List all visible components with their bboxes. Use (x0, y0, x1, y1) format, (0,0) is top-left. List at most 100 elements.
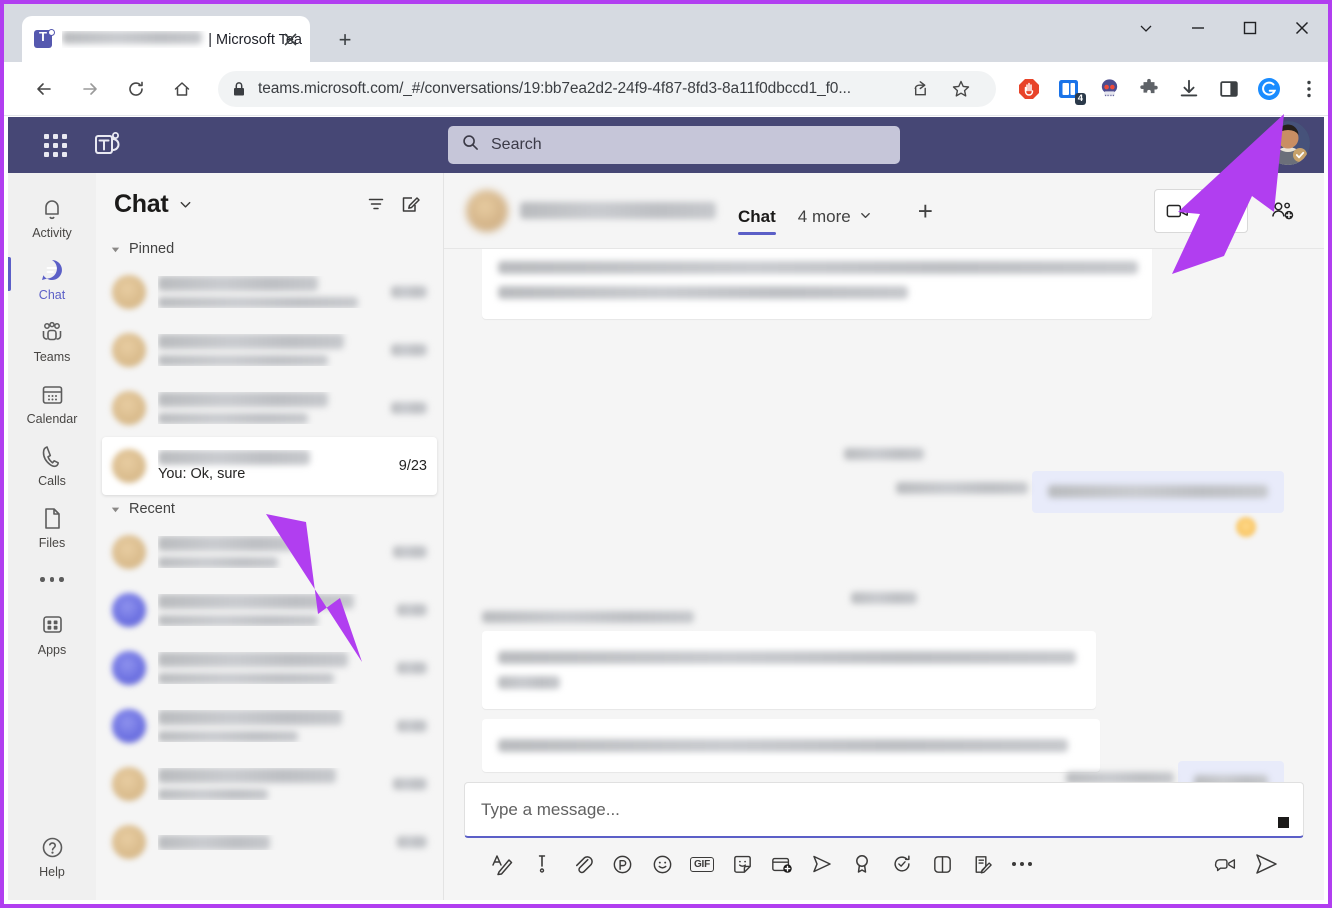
list-item[interactable] (102, 813, 437, 871)
section-header-recent[interactable]: Recent (96, 495, 443, 523)
send-icon[interactable] (1246, 844, 1286, 884)
close-window-button[interactable] (1276, 6, 1328, 50)
message-bubble-incoming[interactable] (482, 719, 1100, 772)
browser-tab[interactable]: | Microsoft Tea (22, 16, 310, 62)
sidebar-item-help[interactable]: Help (8, 824, 96, 886)
list-item-content (158, 652, 397, 684)
message-bubble-incoming[interactable] (482, 249, 1152, 319)
address-bar[interactable]: teams.microsoft.com/_#/conversations/19:… (218, 70, 996, 108)
sidebar-item-teams[interactable]: Teams (8, 309, 96, 371)
sidebar-item-apps[interactable]: Apps (8, 602, 96, 664)
back-arrow-icon[interactable] (24, 69, 64, 109)
reaction-badge[interactable] (1236, 517, 1256, 537)
call-button-group (1154, 189, 1248, 233)
gif-icon[interactable]: GIF (682, 844, 722, 884)
message-bubble-outgoing[interactable] (1178, 761, 1284, 782)
compare-icon[interactable] (922, 844, 962, 884)
send-later-icon[interactable] (802, 844, 842, 884)
message-incoming-group[interactable] (482, 611, 1100, 772)
list-item[interactable] (102, 755, 437, 813)
sidebar-item-chat[interactable]: Chat (8, 247, 96, 309)
format-text-icon[interactable] (482, 844, 522, 884)
message-outgoing-1[interactable] (895, 471, 1284, 537)
sidebar-item-calendar[interactable]: Calendar (8, 371, 96, 433)
new-chat-icon[interactable] (393, 187, 427, 221)
list-item[interactable] (102, 263, 437, 321)
list-item[interactable] (102, 321, 437, 379)
tab-chat[interactable]: Chat (738, 207, 776, 249)
search-input[interactable]: Search (448, 126, 900, 164)
new-tab-button[interactable]: + (330, 26, 360, 54)
more-icon[interactable] (40, 557, 64, 602)
conversation-title (520, 202, 716, 219)
sticker-icon[interactable] (722, 844, 762, 884)
filter-icon[interactable] (359, 187, 393, 221)
url-text: teams.microsoft.com/_#/conversations/19:… (258, 79, 851, 97)
forward-arrow-icon[interactable] (70, 69, 110, 109)
schedule-meeting-icon[interactable] (762, 844, 802, 884)
phone-call-icon[interactable] (1201, 190, 1247, 232)
add-tab-button[interactable]: + (918, 196, 933, 249)
chevron-down-icon[interactable] (178, 197, 193, 212)
compose-toolbar: GIF (464, 838, 1304, 890)
avatar (112, 825, 146, 859)
screenshot-root: | Microsoft Tea + (0, 0, 1332, 908)
people-icon (38, 318, 66, 346)
home-icon[interactable] (162, 69, 202, 109)
teams-logo-icon[interactable] (92, 131, 126, 159)
list-item-content (158, 276, 391, 308)
loop-component-icon[interactable] (602, 844, 642, 884)
approvals-icon[interactable] (882, 844, 922, 884)
skull-emoji-icon[interactable] (1090, 70, 1128, 108)
share-icon[interactable] (900, 70, 938, 108)
forms-icon[interactable] (962, 844, 1002, 884)
list-item[interactable] (102, 523, 437, 581)
minimize-button[interactable] (1172, 6, 1224, 50)
list-item[interactable] (102, 697, 437, 755)
section-header-pinned[interactable]: Pinned (96, 235, 443, 263)
video-call-icon[interactable] (1155, 190, 1201, 232)
puzzle-piece-icon[interactable] (1130, 70, 1168, 108)
message-bubble-outgoing[interactable] (1032, 471, 1284, 513)
side-panel-icon[interactable] (1210, 70, 1248, 108)
list-item[interactable] (102, 581, 437, 639)
avatar (112, 333, 146, 367)
list-item[interactable] (102, 639, 437, 697)
reload-icon[interactable] (116, 69, 156, 109)
message-list[interactable] (444, 249, 1324, 782)
attach-file-icon[interactable] (562, 844, 602, 884)
conversation-actions (1154, 189, 1304, 233)
message-input[interactable]: Type a message... (464, 782, 1304, 838)
sidebar-item-files[interactable]: Files (8, 495, 96, 557)
sidebar-item-activity[interactable]: Activity (8, 185, 96, 247)
list-item[interactable] (102, 379, 437, 437)
adblock-icon[interactable] (1010, 70, 1048, 108)
download-icon[interactable] (1170, 70, 1208, 108)
praise-icon[interactable] (842, 844, 882, 884)
add-people-icon[interactable] (1262, 190, 1304, 232)
star-icon[interactable] (942, 70, 980, 108)
more-options-icon[interactable] (1002, 844, 1042, 884)
message-outgoing-2[interactable] (1065, 761, 1284, 782)
compose-area: Type a message... GIF (444, 782, 1324, 900)
importance-icon[interactable] (522, 844, 562, 884)
avatar[interactable] (1266, 121, 1310, 165)
app-grid-icon[interactable] (32, 133, 78, 157)
message-meta (1065, 771, 1174, 782)
chrome-menu-icon[interactable] (1290, 70, 1328, 108)
tab-search-button[interactable] (1120, 6, 1172, 50)
message-meta (895, 481, 1028, 494)
tab-manager-icon[interactable]: 4 (1050, 70, 1088, 108)
sidebar-item-calls[interactable]: Calls (8, 433, 96, 495)
maximize-button[interactable] (1224, 6, 1276, 50)
tab-more[interactable]: 4 more (798, 207, 872, 249)
message-bubble-incoming[interactable] (482, 631, 1096, 709)
grammarly-icon[interactable] (1250, 70, 1288, 108)
video-message-icon[interactable] (1206, 844, 1246, 884)
list-item-time (397, 720, 427, 732)
resize-handle[interactable] (1278, 817, 1289, 828)
emoji-icon[interactable] (642, 844, 682, 884)
list-item-selected-chat[interactable]: You: Ok, sure 9/23 (102, 437, 437, 495)
close-icon[interactable] (280, 29, 300, 49)
search-icon (462, 134, 479, 156)
